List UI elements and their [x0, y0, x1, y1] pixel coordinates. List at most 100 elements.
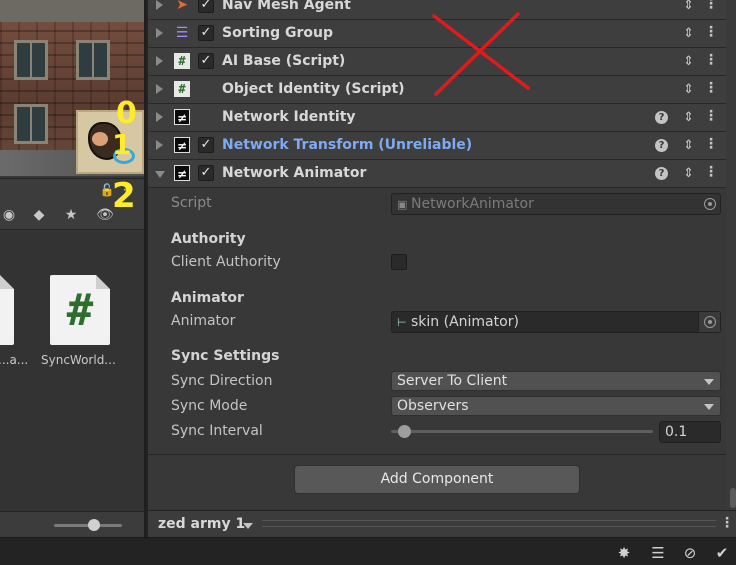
enabled-checkbox[interactable]: ✓ — [198, 53, 214, 69]
presets-icon[interactable]: ⇕ — [683, 0, 694, 13]
sync-direction-label: Sync Direction — [171, 373, 273, 389]
sync-mode-value: Observers — [397, 398, 469, 414]
animator-label: Animator — [171, 313, 236, 329]
script-field[interactable]: ▣ NetworkAnimator — [391, 193, 721, 215]
asset-label: SyncWorld... — [41, 353, 116, 367]
nav-mesh-agent-icon: ➤ — [176, 0, 188, 13]
label-filter-icon[interactable]: ◆ — [30, 206, 48, 224]
sync-direction-dropdown[interactable]: Server To Client — [391, 371, 721, 391]
favorite-icon[interactable]: ★ — [62, 206, 80, 224]
foldout-arrow-icon[interactable] — [156, 112, 163, 122]
presets-icon[interactable]: ⇕ — [683, 82, 694, 97]
foldout-arrow-icon[interactable] — [156, 0, 163, 10]
component-header[interactable]: ≠ ✓ Network Animator ? ⇕ ⋮ — [148, 160, 726, 188]
footer-track — [262, 520, 716, 527]
network-component-icon: ≠ — [174, 109, 190, 125]
presets-icon[interactable]: ⇕ — [683, 110, 694, 125]
foldout-arrow-icon[interactable] — [156, 28, 163, 38]
annotation-number-0: 0 — [116, 96, 137, 131]
inspector-footer: zed army 1 ⋮ — [148, 510, 736, 537]
script-asset-icon: ▣ — [397, 198, 408, 211]
add-component-button[interactable]: Add Component — [294, 465, 580, 494]
component-name: Network Animator — [222, 165, 367, 181]
foldout-arrow-icon[interactable] — [156, 56, 163, 66]
help-icon[interactable]: ? — [655, 167, 668, 180]
client-authority-checkbox[interactable] — [391, 254, 407, 270]
sorting-group-icon: ☰ — [175, 25, 189, 41]
enabled-checkbox[interactable]: ✓ — [198, 137, 214, 153]
sync-direction-value: Server To Client — [397, 373, 508, 389]
animator-field[interactable]: ⊢ skin (Animator) — [391, 311, 721, 333]
animator-field-value: skin (Animator) — [411, 314, 519, 330]
building-window — [14, 104, 48, 144]
presets-icon[interactable]: ⇕ — [683, 166, 694, 181]
layer-selector[interactable]: zed army 1 — [158, 516, 245, 532]
presets-icon[interactable]: ⇕ — [683, 54, 694, 69]
scrollbar[interactable] — [726, 0, 736, 510]
network-off-icon[interactable]: ⊘ — [680, 543, 700, 563]
object-picker-icon[interactable] — [704, 316, 716, 328]
chevron-down-icon — [704, 379, 714, 385]
icon-size-slider-knob[interactable] — [88, 519, 100, 531]
roof-edge — [0, 0, 144, 22]
help-icon[interactable]: ? — [655, 139, 668, 152]
presets-icon[interactable]: ⇕ — [683, 26, 694, 41]
kebab-menu-icon[interactable]: ⋮ — [704, 80, 718, 96]
kebab-menu-icon[interactable]: ⋮ — [704, 108, 718, 124]
script-asset-icon[interactable] — [0, 275, 14, 345]
kebab-menu-icon[interactable]: ⋮ — [704, 24, 718, 40]
project-footer — [0, 511, 144, 537]
kebab-menu-icon[interactable]: ⋮ — [704, 136, 718, 152]
presets-icon[interactable]: ⇕ — [683, 138, 694, 153]
component-header[interactable]: # Object Identity (Script) ⇕ ⋮ — [148, 76, 726, 104]
sync-interval-label: Sync Interval — [171, 423, 263, 439]
foldout-arrow-icon[interactable] — [156, 84, 163, 94]
bug-off-icon[interactable]: ✸ — [614, 543, 634, 563]
enabled-checkbox[interactable]: ✓ — [198, 165, 214, 181]
left-pane: 0 1 🔓 ⋮ ◉ ◆ ★ 👁 2 ...a... # SyncWorld... — [0, 0, 144, 537]
sync-interval-slider-knob[interactable] — [397, 425, 411, 438]
animator-header: Animator — [171, 290, 244, 306]
kebab-menu-icon[interactable]: ⋮ — [720, 515, 734, 531]
cache-server-icon[interactable]: ☰ — [648, 543, 668, 563]
kebab-menu-icon[interactable]: ⋮ — [704, 164, 718, 180]
file-fold — [0, 275, 14, 289]
scene-view[interactable]: 0 1 — [0, 0, 144, 176]
script-icon: # — [174, 53, 190, 69]
foldout-arrow-icon[interactable] — [155, 171, 165, 178]
sync-mode-dropdown[interactable]: Observers — [391, 396, 721, 416]
sync-interval-field[interactable]: 0.1 — [659, 421, 721, 443]
authority-header: Authority — [171, 231, 246, 247]
foldout-arrow-icon[interactable] — [156, 140, 163, 150]
enabled-checkbox[interactable]: ✓ — [198, 25, 214, 41]
component-name: Sorting Group — [222, 25, 333, 41]
component-header[interactable]: ☰ ✓ Sorting Group ⇕ ⋮ — [148, 20, 726, 48]
type-filter-icon[interactable]: ◉ — [0, 206, 18, 224]
annotation-number-2: 2 — [112, 176, 136, 216]
component-name: Nav Mesh Agent — [222, 0, 351, 13]
check-circle-icon[interactable]: ✔ — [712, 543, 732, 563]
enabled-checkbox[interactable]: ✓ — [198, 0, 214, 13]
annotation-number-1: 1 — [112, 128, 132, 161]
kebab-menu-icon[interactable]: ⋮ — [704, 0, 718, 12]
network-component-icon: ≠ — [174, 137, 190, 153]
script-asset-icon[interactable]: # — [50, 275, 110, 345]
component-header[interactable]: ≠ Network Identity ? ⇕ ⋮ — [148, 104, 726, 132]
hash-glyph: # — [66, 285, 94, 336]
kebab-menu-icon[interactable]: ⋮ — [704, 52, 718, 68]
object-picker-button[interactable] — [698, 312, 720, 332]
component-header[interactable]: ➤ ✓ Nav Mesh Agent ⇕ ⋮ — [148, 0, 726, 20]
scrollbar-thumb[interactable] — [730, 488, 736, 508]
building-window — [14, 40, 48, 80]
chevron-down-icon[interactable] — [243, 523, 253, 529]
component-name: AI Base (Script) — [222, 53, 346, 69]
character-face — [92, 132, 108, 146]
asset-label: ...a... — [0, 353, 29, 367]
object-picker-icon[interactable] — [704, 198, 716, 210]
sync-interval-slider[interactable] — [391, 430, 653, 433]
divider — [148, 454, 726, 455]
component-name: Object Identity (Script) — [222, 81, 405, 97]
component-header[interactable]: ≠ ✓ Network Transform (Unreliable) ? ⇕ ⋮ — [148, 132, 726, 160]
help-icon[interactable]: ? — [655, 111, 668, 124]
component-header[interactable]: # ✓ AI Base (Script) ⇕ ⋮ — [148, 48, 726, 76]
